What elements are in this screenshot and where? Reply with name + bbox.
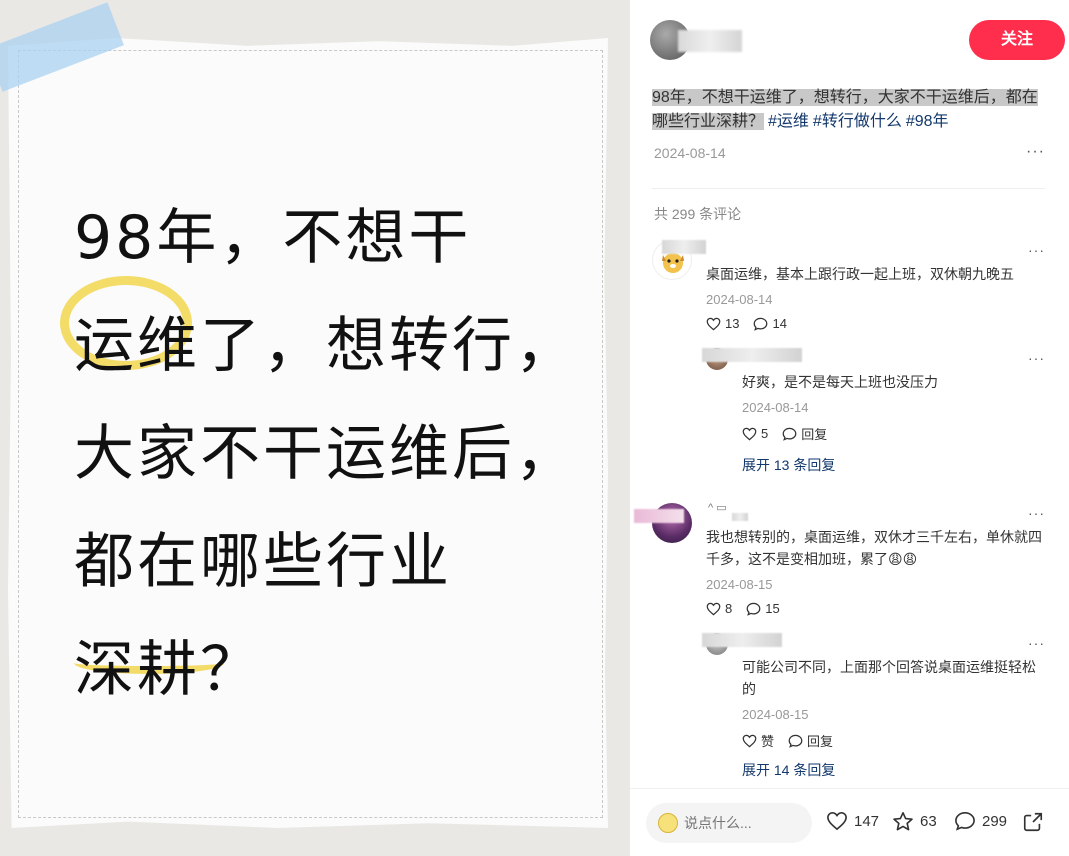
comment-text: 我也想转别的，桌面运维，双休才三千左右，单休就四千多，这不是变相加班，累了😩😩 (706, 529, 1042, 567)
follow-button[interactable]: 关注 (969, 20, 1065, 60)
comment-date: 2024-08-15 (706, 577, 773, 592)
reply-label: 回复 (801, 427, 828, 442)
share-icon (1023, 812, 1043, 832)
post-detail-panel: 关注 98年，不想干运维了，想转行，大家不干运维后，都在哪些行业深耕？ #运维 #转… (630, 0, 1069, 856)
headline-line-4: 都在哪些行业 (74, 527, 452, 597)
reply-count: 14 (772, 316, 787, 331)
like-count: 13 (725, 316, 740, 331)
hashtag-yunwei[interactable]: #运维 (768, 113, 809, 130)
comment-post-button[interactable]: 299 (954, 811, 1007, 831)
comment-author-redacted[interactable] (662, 240, 706, 254)
like-post-button[interactable]: 147 (826, 811, 879, 831)
reply-button[interactable]: 回复 (782, 424, 827, 443)
comment-bubble-icon (754, 317, 768, 331)
more-options-icon[interactable]: ··· (1028, 350, 1045, 366)
heart-icon (706, 602, 721, 615)
reply-text: 可能公司不同，上面那个回答说桌面运维挺轻松的 (742, 659, 1036, 697)
post-date: 2024-08-14 (654, 145, 726, 161)
more-options-icon[interactable]: ··· (1028, 505, 1045, 521)
post-like-count: 147 (854, 812, 880, 830)
reply-date: 2024-08-14 (742, 400, 809, 415)
reply-date: 2024-08-15 (742, 707, 809, 722)
like-button[interactable]: 13 (706, 316, 739, 331)
comment-date: 2024-08-14 (706, 292, 773, 307)
reply-actions: 5 回复 (742, 424, 827, 443)
comment-item: ^ ▭ ··· 我也想转别的，桌面运维，双休才三千左右，单休就四千多，这不是变相… (634, 502, 1047, 783)
post-star-count: 63 (920, 813, 937, 830)
heart-icon (742, 734, 757, 747)
heart-icon (827, 811, 847, 831)
reply-button[interactable]: 15 (746, 601, 780, 616)
post-image[interactable]: 98年，不想干 运维了，想转行， 大家不干运维后， 都在哪些行业 深耕？ (0, 0, 630, 856)
like-button[interactable]: 8 (706, 601, 732, 616)
heart-icon (706, 317, 721, 330)
hashtag-zhuanhang[interactable]: #转行做什么 (813, 113, 902, 130)
comment-author-fragment: ^ ▭ (708, 502, 727, 514)
comment-text: 桌面运维，基本上跟行政一起上班，双休朝九晚五 (706, 266, 1014, 282)
comment-bubble-icon (788, 734, 803, 748)
expand-replies-link[interactable]: 展开 14 条回复 (742, 760, 835, 780)
post-description: 98年，不想干运维了，想转行，大家不干运维后，都在哪些行业深耕？ #运维 #转行做什… (652, 86, 1047, 134)
more-options-icon[interactable]: ··· (1028, 635, 1045, 651)
reply-count: 15 (765, 601, 780, 616)
reply-author-redacted[interactable] (702, 633, 782, 647)
reply-button[interactable]: 回复 (788, 731, 833, 750)
like-label: 赞 (761, 734, 775, 749)
hashtag-98[interactable]: #98年 (906, 113, 949, 130)
like-count: 8 (725, 601, 733, 616)
comment-input-box[interactable] (646, 803, 812, 843)
reply-text: 好爽，是不是每天上班也没压力 (742, 374, 938, 390)
comment-item: ··· 桌面运维，基本上跟行政一起上班，双休朝九晚五 2024-08-14 13… (652, 240, 1047, 480)
star-icon (893, 812, 913, 831)
headline-line-5: 深耕？ (74, 635, 263, 705)
more-options-icon[interactable]: ··· (1026, 143, 1045, 161)
more-options-icon[interactable]: ··· (1028, 242, 1045, 258)
emoji-icon[interactable] (658, 813, 678, 833)
comment-bubble-icon (955, 811, 975, 831)
collect-post-button[interactable]: 63 (892, 811, 937, 832)
headline-line-1: 98年，不想干 (74, 203, 472, 273)
comment-input[interactable] (684, 803, 804, 843)
reply-actions: 赞 回复 (742, 731, 833, 750)
like-button[interactable]: 赞 (742, 731, 774, 750)
post-comment-count: 299 (982, 812, 1008, 830)
comment-author-redacted[interactable] (634, 509, 684, 523)
heart-icon (742, 427, 757, 440)
reply-author-redacted[interactable] (702, 348, 802, 362)
reply-button[interactable]: 14 (753, 316, 787, 331)
like-button[interactable]: 5 (742, 426, 768, 441)
comment-actions: 8 15 (706, 601, 780, 616)
bottom-action-bar: 147 63 299 (630, 788, 1069, 856)
comment-bubble-icon (746, 602, 761, 616)
author-name-redacted[interactable] (678, 30, 742, 52)
divider (652, 188, 1045, 189)
comment-count: 共 299 条评论 (654, 206, 742, 222)
like-count: 5 (761, 426, 769, 441)
share-button[interactable] (1022, 811, 1044, 833)
comment-author-redacted[interactable] (732, 513, 748, 521)
image-headline: 98年，不想干 运维了，想转行， 大家不干运维后， 都在哪些行业 深耕？ (74, 184, 578, 724)
headline-line-2: 运维了，想转行， (74, 311, 578, 381)
comment-bubble-icon (782, 427, 797, 441)
comment-actions: 13 14 (706, 316, 787, 331)
reply-item: ··· 好爽，是不是每天上班也没压力 2024-08-14 5 回复 (702, 348, 1046, 458)
headline-line-3: 大家不干运维后， (74, 419, 578, 489)
author-row: 关注 (650, 20, 1065, 60)
expand-replies-link[interactable]: 展开 13 条回复 (742, 455, 835, 475)
reply-item: ··· 可能公司不同，上面那个回答说桌面运维挺轻松的 2024-08-15 赞 … (702, 633, 1046, 763)
reply-label: 回复 (807, 734, 834, 749)
